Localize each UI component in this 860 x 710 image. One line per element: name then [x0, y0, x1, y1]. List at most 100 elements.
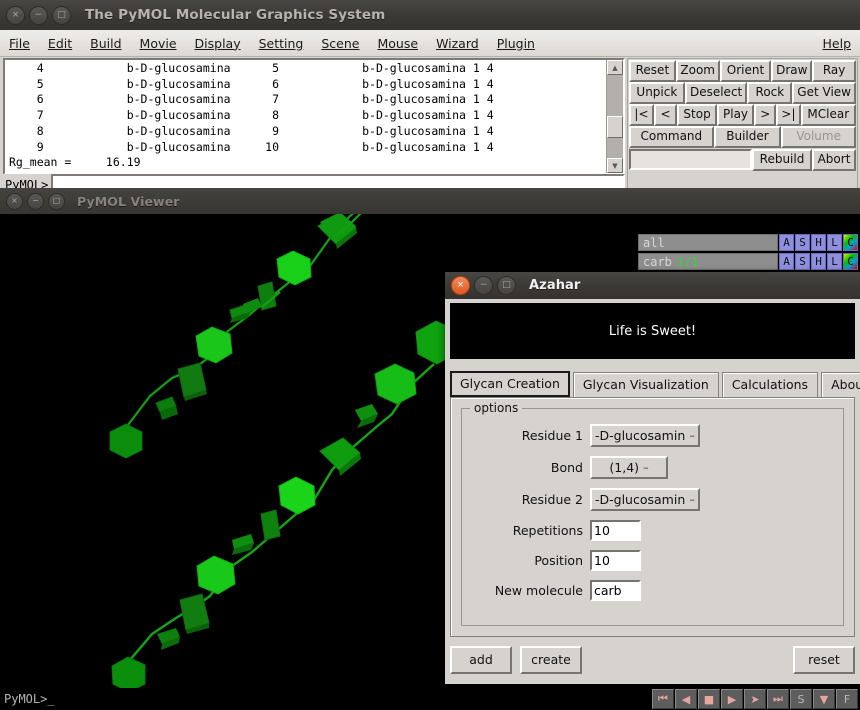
- new-molecule-input[interactable]: carb: [590, 580, 641, 601]
- object-s-button[interactable]: S: [795, 253, 810, 270]
- rock-button[interactable]: Rock: [747, 82, 792, 104]
- menu-movie[interactable]: Movie: [131, 34, 186, 53]
- scrollbar-thumb[interactable]: [607, 116, 623, 138]
- object-l-button[interactable]: L: [827, 234, 842, 251]
- azahar-body: Life is Sweet! Glycan CreationGlycan Vis…: [445, 299, 860, 684]
- stop-icon[interactable]: ■: [698, 689, 720, 709]
- menu-display[interactable]: Display: [186, 34, 250, 53]
- ray-button[interactable]: Ray: [812, 60, 856, 82]
- play-button[interactable]: Play: [717, 104, 754, 126]
- menu-setting[interactable]: Setting: [250, 34, 313, 53]
- abort-button[interactable]: Abort: [812, 149, 856, 171]
- skip-to-end-icon[interactable]: ⏭: [767, 689, 789, 709]
- tab-about[interactable]: About: [821, 372, 860, 397]
- close-icon[interactable]: ×: [6, 193, 23, 210]
- scroll-down-icon[interactable]: ▼: [607, 158, 623, 173]
- reset-button[interactable]: Reset: [629, 60, 676, 82]
- tab-calculations[interactable]: Calculations: [722, 372, 818, 397]
- scrollbar-track[interactable]: [607, 75, 623, 158]
- azahar-action-buttons: add create reset: [450, 646, 855, 674]
- main-titlebar: × − □ The PyMOL Molecular Graphics Syste…: [0, 0, 860, 30]
- bond-dropdown[interactable]: (1,4)–: [590, 456, 668, 479]
- -button[interactable]: |<: [629, 104, 654, 126]
- draw-button[interactable]: Draw: [771, 60, 812, 82]
- dropdown-arrow-icon[interactable]: ▼: [813, 689, 835, 709]
- minimize-icon[interactable]: −: [474, 276, 493, 295]
- full-screen-f-icon[interactable]: F: [836, 689, 858, 709]
- rewind-to-start-icon[interactable]: ⏮: [652, 689, 674, 709]
- object-row[interactable]: carb1/1ASHLC: [638, 253, 858, 270]
- object-name[interactable]: carb1/1: [638, 253, 778, 270]
- unpick-button[interactable]: Unpick: [629, 82, 685, 104]
- console-scrollbar[interactable]: ▲ ▼: [606, 60, 623, 173]
- object-h-button[interactable]: H: [811, 253, 826, 270]
- minimize-icon[interactable]: −: [27, 193, 44, 210]
- menu-scene-label: Scene: [321, 36, 359, 51]
- menu-file-label: File: [9, 36, 30, 51]
- azahar-tabs: Glycan CreationGlycan VisualizationCalcu…: [450, 370, 855, 397]
- object-c-button[interactable]: C: [843, 253, 858, 270]
- tab-glycan-creation[interactable]: Glycan Creation: [450, 371, 570, 397]
- menu-file[interactable]: File: [0, 34, 39, 53]
- object-a-button[interactable]: A: [779, 234, 794, 251]
- -button[interactable]: <: [654, 104, 677, 126]
- command-button[interactable]: Command: [629, 126, 714, 148]
- builder-button[interactable]: Builder: [714, 126, 782, 148]
- step-back-icon[interactable]: ◀: [675, 689, 697, 709]
- status-entry-field[interactable]: [629, 149, 752, 170]
- residue-2-dropdown[interactable]: -D-glucosamina–: [590, 488, 700, 511]
- position-input[interactable]: 10: [590, 550, 641, 571]
- object-h-button[interactable]: H: [811, 234, 826, 251]
- menu-help[interactable]: Help: [814, 34, 860, 53]
- menu-help-label: Help: [823, 36, 852, 51]
- deselect-button[interactable]: Deselect: [685, 82, 748, 104]
- zoom-button[interactable]: Zoom: [676, 60, 720, 82]
- rebuild-button[interactable]: Rebuild: [752, 149, 812, 171]
- orient-button[interactable]: Orient: [720, 60, 772, 82]
- tab-glycan-visualization[interactable]: Glycan Visualization: [573, 372, 719, 397]
- get-view-button[interactable]: Get View: [792, 82, 856, 104]
- residue-1-dropdown[interactable]: -D-glucosamina–: [590, 424, 700, 447]
- status-bar: PyMOL>_ ⏮◀■▶➤⏭S▼F: [0, 688, 860, 710]
- menu-mouse[interactable]: Mouse: [369, 34, 428, 53]
- scroll-up-icon[interactable]: ▲: [607, 60, 623, 75]
- menu-scene[interactable]: Scene: [312, 34, 368, 53]
- maximize-icon[interactable]: □: [52, 6, 71, 25]
- mclear-button[interactable]: MClear: [801, 104, 857, 126]
- options-legend: options: [470, 401, 522, 415]
- scene-s-icon[interactable]: S: [790, 689, 812, 709]
- menu-movie-label: Movie: [140, 36, 177, 51]
- object-name[interactable]: all: [638, 234, 778, 251]
- fast-forward-icon[interactable]: ➤: [744, 689, 766, 709]
- create-button[interactable]: create: [520, 646, 582, 674]
- close-icon[interactable]: ×: [6, 6, 25, 25]
- play-icon[interactable]: ▶: [721, 689, 743, 709]
- menu-plugin[interactable]: Plugin: [488, 34, 544, 53]
- chain-bonds: [130, 364, 434, 660]
- -button[interactable]: >|: [776, 104, 800, 126]
- stop-button[interactable]: Stop: [677, 104, 717, 126]
- residue-2-label: Residue 2: [462, 492, 590, 507]
- reset-button[interactable]: reset: [793, 646, 855, 674]
- object-row[interactable]: allASHLC: [638, 234, 858, 251]
- status-bar-text: PyMOL>_: [0, 692, 651, 706]
- azahar-window-controls: × − □: [445, 276, 516, 295]
- close-icon[interactable]: ×: [451, 276, 470, 295]
- maximize-icon[interactable]: □: [497, 276, 516, 295]
- -button[interactable]: >: [754, 104, 776, 126]
- media-control-bar: ⏮◀■▶➤⏭S▼F: [651, 689, 860, 709]
- object-c-button[interactable]: C: [843, 234, 858, 251]
- object-l-button[interactable]: L: [827, 253, 842, 270]
- object-a-button[interactable]: A: [779, 253, 794, 270]
- repetitions-input[interactable]: 10: [590, 520, 641, 541]
- azahar-titlebar: × − □ Azahar: [445, 272, 860, 299]
- add-button[interactable]: add: [450, 646, 512, 674]
- menu-edit[interactable]: Edit: [39, 34, 81, 53]
- menu-build[interactable]: Build: [81, 34, 130, 53]
- window-controls: × − □: [0, 6, 71, 25]
- options-form: Residue 1-D-glucosamina–Bond(1,4)–Residu…: [462, 424, 843, 610]
- object-s-button[interactable]: S: [795, 234, 810, 251]
- minimize-icon[interactable]: −: [29, 6, 48, 25]
- menu-wizard[interactable]: Wizard: [427, 34, 488, 53]
- maximize-icon[interactable]: □: [48, 193, 65, 210]
